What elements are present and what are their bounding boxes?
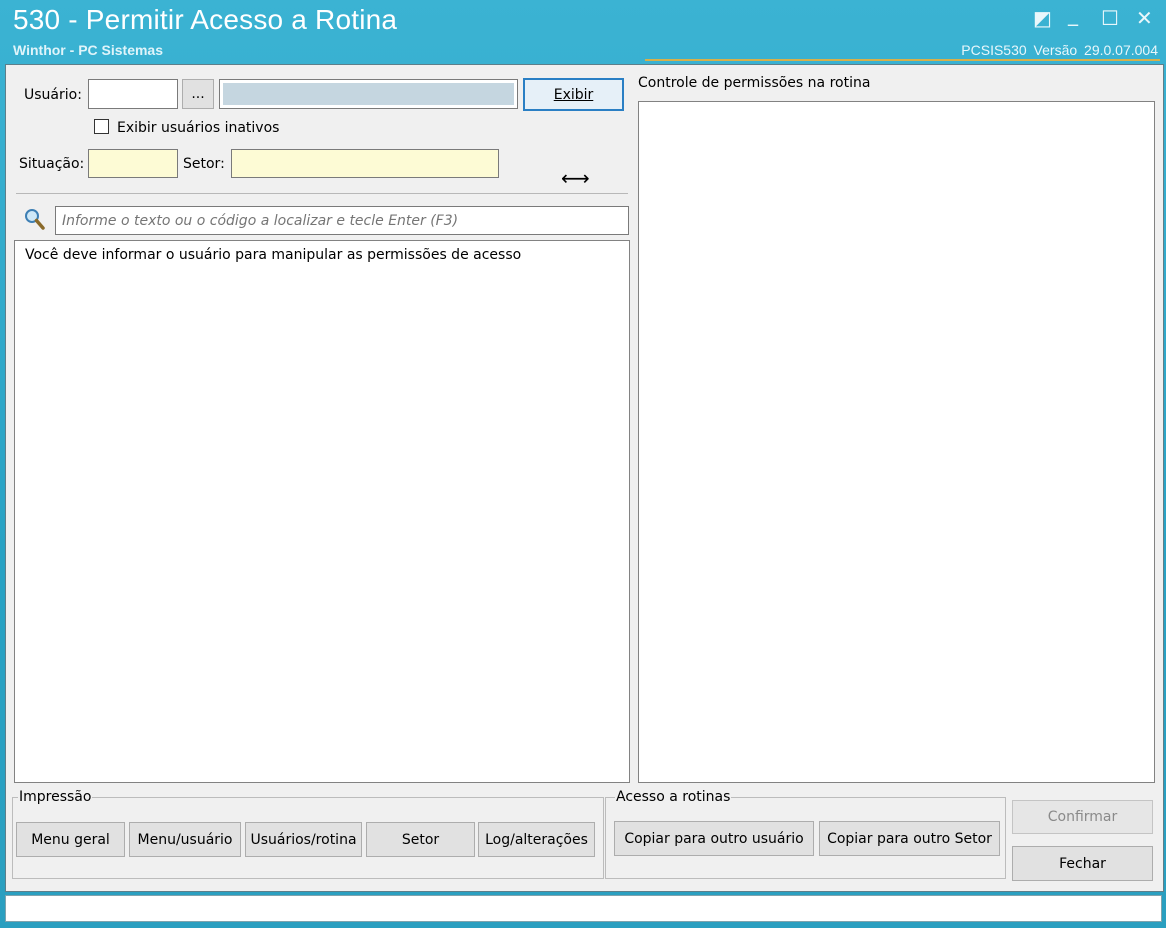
- right-panel-title: Controle de permissões na rotina: [638, 75, 871, 91]
- window-subtitle: Winthor - PC Sistemas: [13, 42, 164, 58]
- app-window: 530 - Permitir Acesso a Rotina Winthor -…: [0, 0, 1166, 928]
- menu-usuario-button[interactable]: Menu/usuário: [129, 822, 241, 857]
- usuario-name-value: [223, 83, 514, 105]
- usuario-label: Usuário:: [24, 87, 82, 103]
- impressao-group-label: Impressão: [18, 789, 93, 805]
- empty-message: Você deve informar o usuário para manipu…: [25, 247, 522, 263]
- log-alteracoes-button[interactable]: Log/alterações: [478, 822, 595, 857]
- setor-input[interactable]: [231, 149, 499, 178]
- client-area: Usuário: ... Exibir Exibir usuários inat…: [5, 64, 1164, 892]
- search-icon[interactable]: [24, 207, 46, 231]
- permissions-control-list[interactable]: [638, 101, 1155, 783]
- copiar-usuario-button[interactable]: Copiar para outro usuário: [614, 821, 814, 856]
- permissions-tree[interactable]: Você deve informar o usuário para manipu…: [14, 240, 630, 783]
- title-accent-line: [645, 59, 1160, 61]
- restore-icon[interactable]: ◩: [1033, 6, 1052, 30]
- exibir-button-label: Exibir: [553, 86, 594, 103]
- inativos-label: Exibir usuários inativos: [117, 120, 280, 136]
- search-input[interactable]: [55, 206, 629, 235]
- fechar-button[interactable]: Fechar: [1012, 846, 1153, 881]
- usuario-name-field: [219, 79, 518, 109]
- acesso-group-label: Acesso a rotinas: [615, 789, 732, 805]
- splitter-resize-icon[interactable]: ⟷: [561, 168, 590, 188]
- exibir-button[interactable]: Exibir: [523, 78, 624, 111]
- copiar-setor-button[interactable]: Copiar para outro Setor: [819, 821, 1000, 856]
- window-title: 530 - Permitir Acesso a Rotina: [13, 4, 398, 35]
- situacao-label: Situação:: [19, 156, 85, 172]
- menu-geral-button[interactable]: Menu geral: [16, 822, 125, 857]
- inativos-checkbox[interactable]: [94, 119, 109, 134]
- version-label: PCSIS530 Versão 29.0.07.004: [961, 42, 1158, 58]
- minimize-icon[interactable]: _: [1068, 2, 1078, 26]
- setor-label: Setor:: [183, 156, 225, 172]
- status-bar: [5, 895, 1162, 922]
- maximize-icon[interactable]: ☐: [1101, 6, 1119, 30]
- situacao-input[interactable]: [88, 149, 178, 178]
- usuarios-rotina-button[interactable]: Usuários/rotina: [245, 822, 362, 857]
- usuario-search-button[interactable]: ...: [182, 79, 214, 109]
- setor-button[interactable]: Setor: [366, 822, 475, 857]
- divider: [16, 193, 628, 194]
- usuario-code-input[interactable]: [88, 79, 178, 109]
- confirmar-button[interactable]: Confirmar: [1012, 800, 1153, 834]
- close-icon[interactable]: ✕: [1136, 6, 1153, 30]
